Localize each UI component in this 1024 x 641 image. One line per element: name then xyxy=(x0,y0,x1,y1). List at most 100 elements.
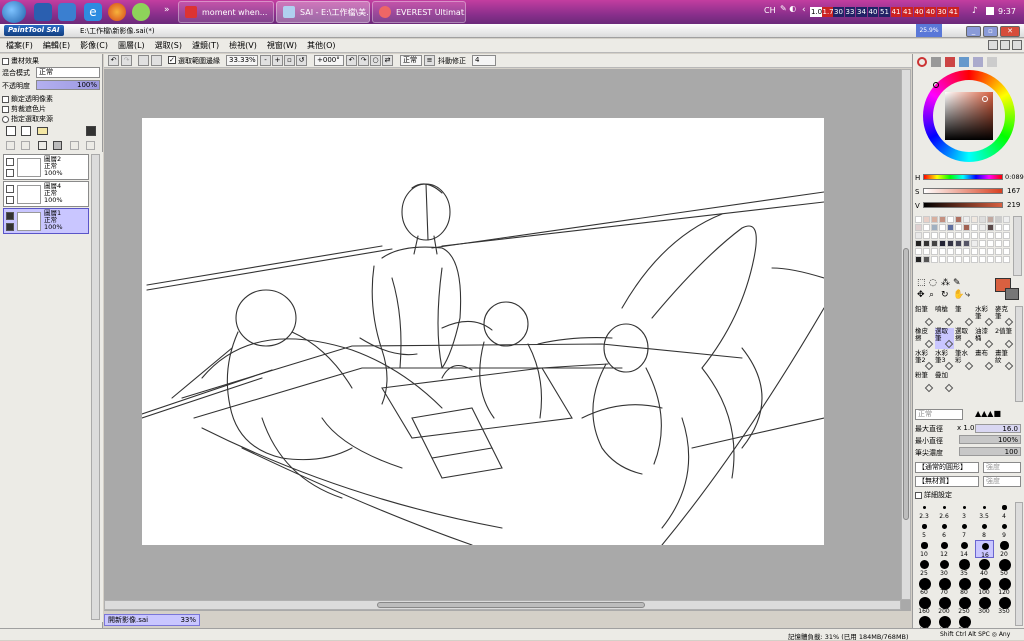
brush-tool-item[interactable]: 選取擦 xyxy=(955,328,974,349)
brush-size-item[interactable]: 3.5 xyxy=(975,502,994,520)
color-swatch[interactable] xyxy=(1003,248,1010,255)
brush-indicator-icon[interactable] xyxy=(6,223,14,231)
color-swatch[interactable] xyxy=(955,256,962,263)
color-swatch[interactable] xyxy=(995,232,1002,239)
saturation-slider[interactable] xyxy=(923,188,1003,194)
secondary-color[interactable] xyxy=(1005,288,1019,300)
color-swatch[interactable] xyxy=(963,256,970,263)
brush-size-item[interactable]: 3 xyxy=(955,502,974,520)
brush-size-item[interactable]: 4 xyxy=(995,502,1014,520)
color-swatch[interactable] xyxy=(971,248,978,255)
color-swatch[interactable] xyxy=(987,256,994,263)
close-button[interactable]: ✕ xyxy=(1000,26,1020,37)
color-wheel-tab[interactable] xyxy=(917,57,927,67)
min-size-slider[interactable]: 100% xyxy=(959,435,1021,444)
brush-tool-item[interactable]: 麥克筆 xyxy=(995,306,1014,327)
color-swatch[interactable] xyxy=(963,216,970,223)
angle-field[interactable]: +000° xyxy=(314,55,344,66)
merge-down-button[interactable] xyxy=(21,141,30,150)
brush-tool-item[interactable]: 噴槍 xyxy=(935,306,954,327)
merge-visible-button[interactable] xyxy=(70,141,79,150)
color-swatch[interactable] xyxy=(995,216,1002,223)
brush-size-item[interactable]: 100 xyxy=(975,577,994,596)
brush-size-item[interactable]: 35 xyxy=(955,559,974,577)
color-swatch[interactable] xyxy=(923,232,930,239)
brush-size-item[interactable]: 30 xyxy=(935,559,954,577)
brush-size-item[interactable]: 20 xyxy=(995,540,1014,558)
swatch-scrollbar[interactable] xyxy=(1013,216,1022,276)
value-slider[interactable] xyxy=(923,202,1003,208)
color-swatch[interactable] xyxy=(939,232,946,239)
brush-blend-select[interactable]: 正常 xyxy=(915,409,963,420)
task-button-sai[interactable]: SAI - E:\工作檔\美... xyxy=(276,1,370,23)
transfer-down-button[interactable] xyxy=(6,141,15,150)
color-swatch[interactable] xyxy=(931,248,938,255)
color-swatch[interactable] xyxy=(963,240,970,247)
redo-button[interactable]: ↷ xyxy=(121,55,132,66)
color-swatch[interactable] xyxy=(971,232,978,239)
brush-tool-item[interactable]: 2值筆 xyxy=(995,328,1014,349)
density-slider[interactable]: 100 xyxy=(959,447,1021,456)
brush-tool-item[interactable]: 疊加 xyxy=(935,372,954,393)
lock-transparency-option[interactable]: 鎖定透明像素 xyxy=(2,94,53,104)
detail-settings-toggle[interactable]: 詳細設定 xyxy=(915,490,952,500)
hsv-slider-tab[interactable] xyxy=(945,57,955,67)
navigator-tab[interactable]: 開新影像.sai 33% xyxy=(104,614,200,626)
menu-filter[interactable]: 濾鏡(T) xyxy=(192,40,219,51)
task-button-youtube[interactable]: moment when... xyxy=(178,1,274,23)
color-swatch[interactable] xyxy=(947,216,954,223)
menu-other[interactable]: 其他(O) xyxy=(307,40,336,51)
brush-size-item[interactable]: 120 xyxy=(995,577,1014,596)
color-swatch[interactable] xyxy=(939,216,946,223)
delete-layer-icon[interactable] xyxy=(53,141,62,150)
color-swatch[interactable] xyxy=(947,224,954,231)
layer-scrollbar[interactable] xyxy=(91,154,100,620)
stabilizer-select[interactable]: 4 xyxy=(472,55,496,66)
move-icon[interactable]: ✥ xyxy=(917,290,925,300)
scratchpad-tab[interactable] xyxy=(987,57,997,67)
lasso-icon[interactable]: ◌ xyxy=(929,278,937,288)
invert-selection-button[interactable] xyxy=(151,55,162,66)
color-swatch[interactable] xyxy=(995,240,1002,247)
brush-size-item[interactable]: 350 xyxy=(995,596,1014,615)
rect-select-icon[interactable]: ⬚ xyxy=(917,278,926,288)
rgb-slider-tab[interactable] xyxy=(931,57,941,67)
color-swatch[interactable] xyxy=(987,224,994,231)
color-swatch[interactable] xyxy=(979,224,986,231)
color-swatch[interactable] xyxy=(947,256,954,263)
color-swatch[interactable] xyxy=(931,216,938,223)
color-swatch[interactable] xyxy=(1003,224,1010,231)
quicklaunch-ie-icon[interactable]: e xyxy=(84,3,102,21)
brush-tool-item[interactable]: 水彩筆3 xyxy=(935,350,954,371)
brush-size-item[interactable]: 10 xyxy=(915,540,934,558)
brush-size-item[interactable]: 25 xyxy=(915,559,934,577)
mdi-close-button[interactable] xyxy=(1012,40,1022,50)
color-swatch[interactable] xyxy=(923,224,930,231)
brush-size-item[interactable]: 80 xyxy=(955,577,974,596)
blend-mode-select[interactable]: 正常 xyxy=(36,67,100,78)
lock-toggle[interactable] xyxy=(6,169,14,177)
brush-size-item[interactable]: 12 xyxy=(935,540,954,558)
color-swatch[interactable] xyxy=(931,240,938,247)
layer-item[interactable]: 圖層4 正常 100% xyxy=(3,181,89,207)
brush-size-item[interactable]: 14 xyxy=(955,540,974,558)
view-mode-button[interactable]: ≡ xyxy=(424,55,435,66)
clock[interactable]: 9:37 xyxy=(998,7,1016,16)
color-swatch[interactable] xyxy=(995,224,1002,231)
flatten-button[interactable] xyxy=(86,141,95,150)
antialias-checkbox[interactable]: ✓ xyxy=(168,56,176,64)
layer-item[interactable]: 圖層2 正常 100% xyxy=(3,154,89,180)
brush-size-item[interactable]: 60 xyxy=(915,577,934,596)
color-swatch[interactable] xyxy=(971,216,978,223)
color-swatch[interactable] xyxy=(1003,232,1010,239)
brush-tool-item[interactable]: 鉛筆 xyxy=(915,306,934,327)
color-swatch[interactable] xyxy=(971,224,978,231)
mdi-restore-button[interactable] xyxy=(988,40,998,50)
brush-size-item[interactable]: 2.3 xyxy=(915,502,934,520)
color-swatch[interactable] xyxy=(923,216,930,223)
color-swatch[interactable] xyxy=(987,216,994,223)
color-swatch[interactable] xyxy=(931,224,938,231)
new-folder-button[interactable] xyxy=(37,127,48,135)
color-swatch[interactable] xyxy=(955,248,962,255)
color-swatch[interactable] xyxy=(987,240,994,247)
